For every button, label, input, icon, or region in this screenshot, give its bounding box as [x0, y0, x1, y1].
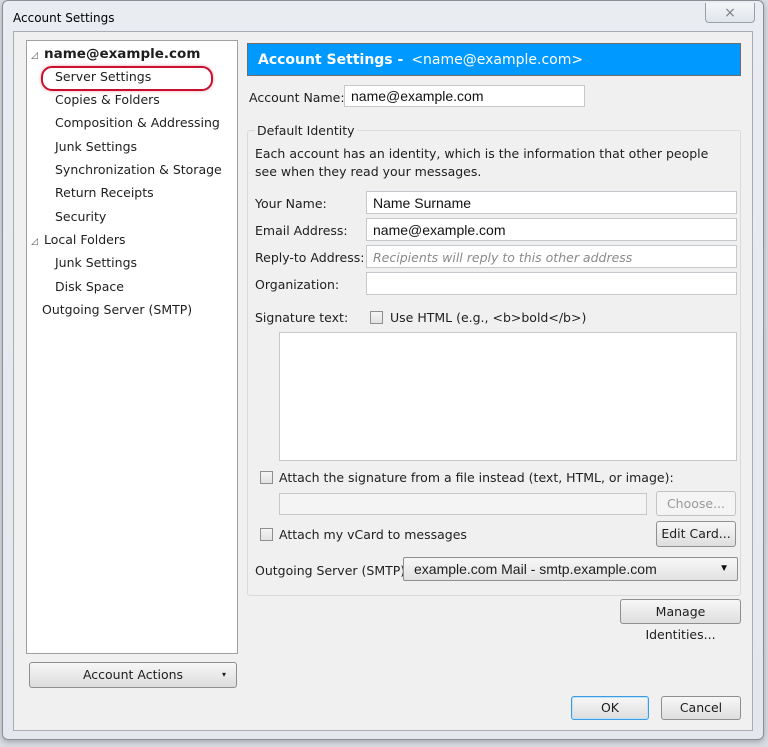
account-name-input[interactable]: [344, 85, 585, 107]
signature-textarea[interactable]: [279, 332, 737, 461]
chevron-down-icon: ▼: [719, 563, 729, 574]
dropdown-arrow-icon: ▾: [221, 670, 226, 679]
tree-item-sync-storage[interactable]: Synchronization & Storage: [55, 160, 222, 180]
use-html-label: Use HTML (e.g., <b>bold</b>): [390, 310, 587, 325]
expand-twisty-icon[interactable]: ◿: [31, 232, 42, 252]
reply-to-label: Reply-to Address:: [255, 250, 365, 265]
panel-header-account: <name@example.com>: [411, 52, 584, 68]
attach-vcard-checkbox[interactable]: [260, 528, 273, 541]
account-settings-dialog: Account Settings × ◿ name@example.com Ser…: [2, 0, 764, 740]
smtp-selected-value: example.com Mail - smtp.example.com: [414, 561, 657, 577]
account-name-label: Account Name:: [249, 90, 345, 105]
tree-item-label: name@example.com: [44, 46, 201, 62]
window-title: Account Settings: [13, 11, 115, 25]
signature-text-label: Signature text:: [255, 310, 349, 325]
use-html-checkbox[interactable]: [370, 311, 383, 324]
close-button[interactable]: ×: [705, 3, 755, 23]
email-address-input[interactable]: [366, 218, 737, 241]
account-actions-label: Account Actions: [82, 667, 184, 682]
choose-file-button[interactable]: Choose...: [656, 491, 736, 516]
tree-item-security[interactable]: Security: [55, 207, 106, 227]
dialog-client-area: ◿ name@example.com Server Settings Copies…: [13, 31, 753, 731]
default-identity-caption: Default Identity: [255, 123, 357, 138]
your-name-label: Your Name:: [255, 196, 327, 211]
tree-item-account[interactable]: ◿ name@example.com: [31, 44, 200, 64]
panel-header: Account Settings - <name@example.com>: [247, 43, 741, 76]
close-icon: ×: [724, 4, 736, 21]
signature-file-path-field: [279, 493, 647, 515]
organization-input[interactable]: [366, 272, 737, 295]
identity-description: Each account has an identity, which is t…: [255, 146, 709, 179]
panel-header-title: Account Settings -: [258, 52, 404, 68]
reply-to-input[interactable]: [366, 245, 737, 268]
tree-item-junk-settings[interactable]: Junk Settings: [55, 137, 137, 157]
attach-vcard-label: Attach my vCard to messages: [279, 527, 467, 542]
smtp-server-select[interactable]: example.com Mail - smtp.example.com ▼: [403, 557, 738, 581]
tree-item-local-junk-settings[interactable]: Junk Settings: [55, 253, 137, 273]
tree-item-server-settings[interactable]: Server Settings: [55, 67, 151, 87]
tree-item-label: Local Folders: [44, 232, 126, 247]
tree-item-local-folders[interactable]: ◿ Local Folders: [31, 230, 126, 250]
smtp-server-label: Outgoing Server (SMTP):: [255, 563, 410, 578]
edit-card-button[interactable]: Edit Card...: [656, 521, 736, 547]
tree-item-disk-space[interactable]: Disk Space: [55, 277, 124, 297]
attach-signature-file-checkbox[interactable]: [260, 471, 273, 484]
tree-item-composition-addressing[interactable]: Composition & Addressing: [55, 113, 220, 133]
tree-item-copies-folders[interactable]: Copies & Folders: [55, 90, 160, 110]
email-address-label: Email Address:: [255, 223, 348, 238]
manage-identities-button[interactable]: Manage Identities...: [620, 599, 741, 642]
tree-item-return-receipts[interactable]: Return Receipts: [55, 183, 154, 203]
account-actions-button[interactable]: Account Actions ▾: [29, 662, 237, 688]
organization-label: Organization:: [255, 277, 340, 292]
ok-button[interactable]: OK: [571, 696, 649, 720]
cancel-button[interactable]: Cancel: [661, 696, 741, 720]
attach-signature-file-label: Attach the signature from a file instead…: [279, 470, 674, 485]
tree-item-outgoing-server[interactable]: Outgoing Server (SMTP): [42, 300, 192, 320]
expand-twisty-icon[interactable]: ◿: [31, 46, 42, 66]
account-tree[interactable]: ◿ name@example.com Server Settings Copies…: [26, 40, 238, 654]
your-name-input[interactable]: [366, 191, 737, 214]
